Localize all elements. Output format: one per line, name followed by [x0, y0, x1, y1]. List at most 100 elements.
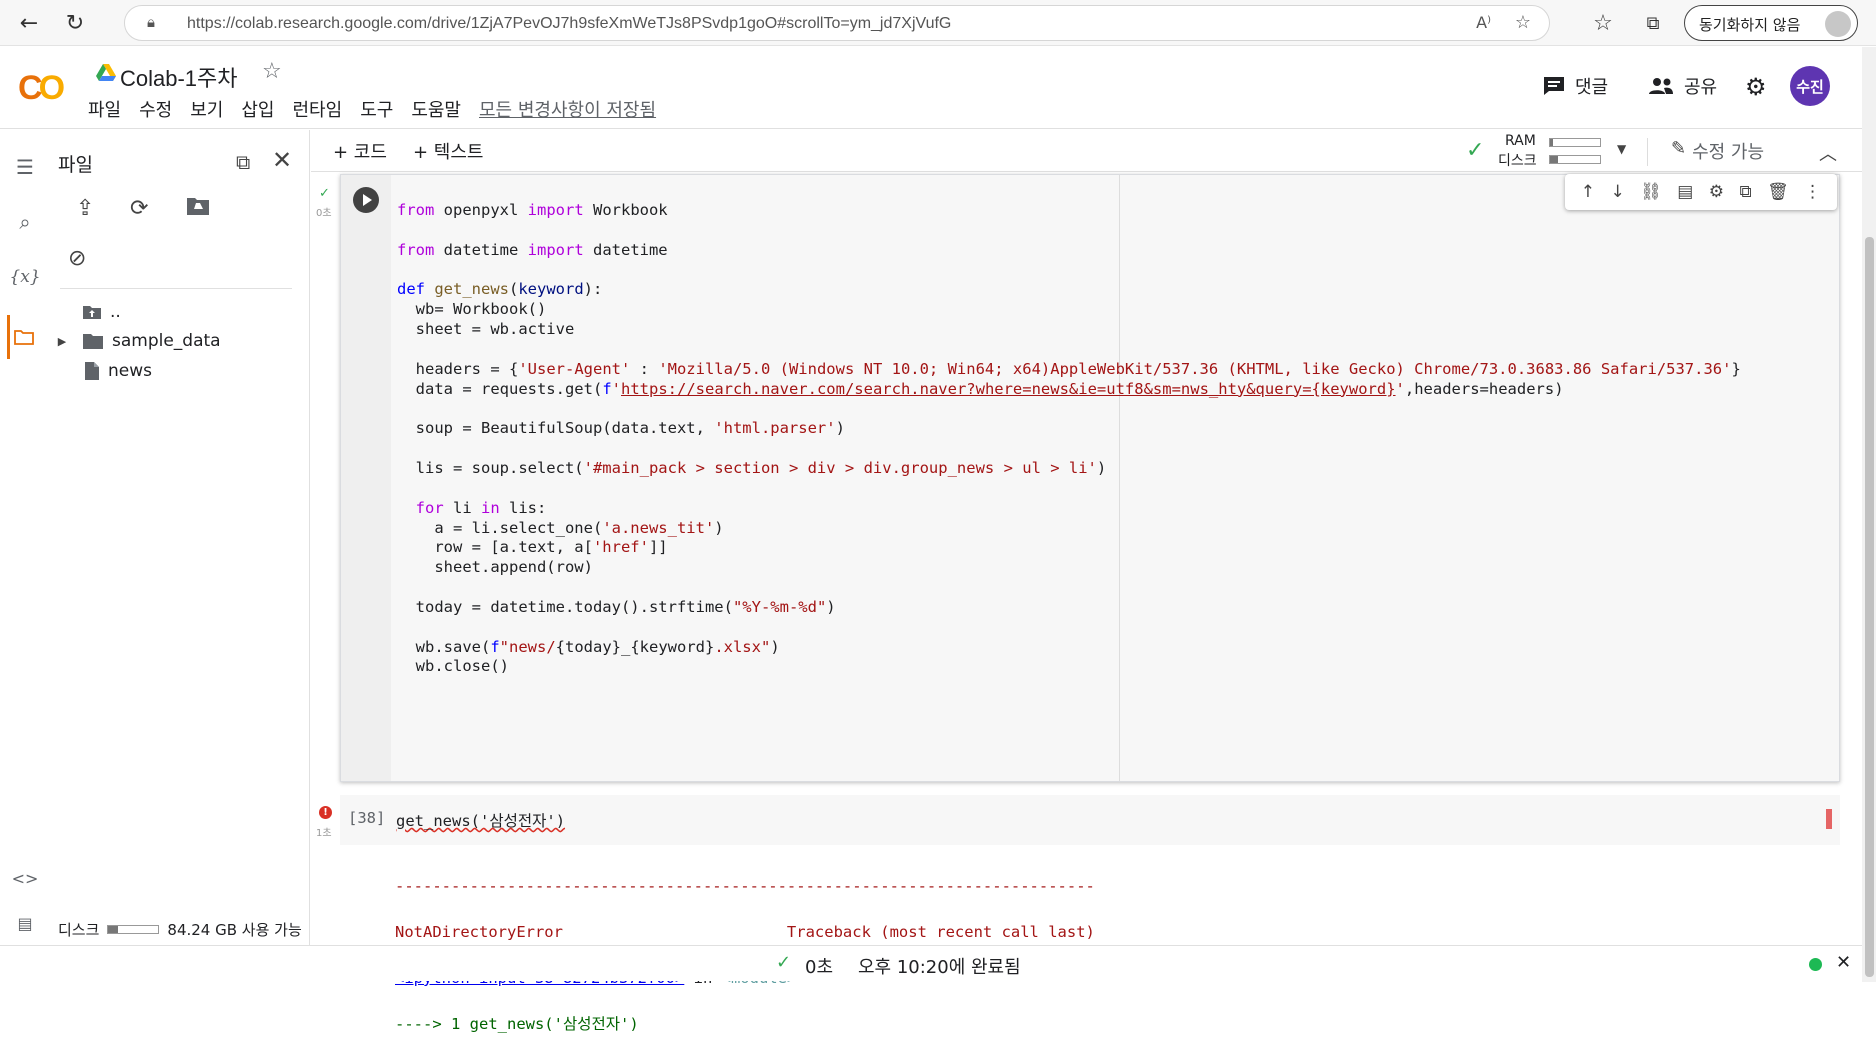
error-icon: ! [319, 806, 332, 819]
code-line: data = requests.get(f'https://search.nav… [397, 379, 1564, 398]
file-item-parent[interactable]: .. [82, 302, 121, 322]
comment-label: 댓글 [1575, 77, 1609, 98]
dropdown-icon[interactable]: ▼ [1617, 142, 1626, 156]
file-item-sample-data[interactable]: ▶ sample_data [50, 331, 221, 351]
share-label: 공유 [1684, 77, 1718, 98]
save-status[interactable]: 모든 변경사항이 저장됨 [479, 96, 656, 121]
delete-icon[interactable]: 🗑︎ [1767, 182, 1789, 202]
file-item-news[interactable]: news [84, 361, 152, 381]
notebook-title[interactable]: Colab-1주차 [120, 61, 238, 93]
mount-drive-icon[interactable] [186, 196, 210, 220]
status-bar: ✓ 0초 오후 10:20에 완료됨 ✕ [0, 945, 1862, 981]
open-tab-icon[interactable]: ⧉ [236, 150, 250, 174]
output-separator: ----------------------------------------… [395, 877, 1095, 895]
footer-status[interactable]: 오후 10:20에 완료됨 [858, 953, 1021, 979]
disk-bar [1549, 155, 1601, 164]
divider [60, 288, 292, 289]
comment-icon[interactable]: ▤ [1677, 182, 1693, 202]
close-icon[interactable]: ✕ [272, 146, 292, 174]
disk-available: 84.24 GB 사용 가능 [167, 921, 302, 939]
menu-view[interactable]: 보기 [190, 96, 223, 121]
search-icon[interactable]: ⌕ [10, 207, 40, 237]
hide-files-icon[interactable]: ⊘ [68, 246, 86, 271]
menu-file[interactable]: 파일 [88, 96, 121, 121]
edit-mode-label: 수정 가능 [1692, 142, 1765, 163]
menu-help[interactable]: 도움말 [411, 96, 461, 121]
reload-icon[interactable]: ↻ [60, 8, 90, 38]
favorites-icon[interactable]: ☆ [1588, 8, 1618, 38]
refresh-folder-icon[interactable]: ⟳ [130, 196, 148, 221]
add-text-button[interactable]: + 텍스트 [413, 138, 483, 164]
terminal-icon[interactable]: ▤ [10, 908, 40, 938]
scrollbar-thumb[interactable] [1865, 237, 1874, 977]
address-bar[interactable]: 🔒︎ https://colab.research.google.com/dri… [124, 5, 1550, 41]
sync-label: 동기화하지 않음 [1699, 16, 1801, 34]
colab-header: CO Colab-1주차 ☆ 파일 수정 보기 삽입 런타임 도구 도움말 모든… [0, 47, 1862, 129]
mirror-cell-icon[interactable]: ⧉ [1739, 182, 1751, 202]
drive-icon [96, 64, 116, 81]
file-icon [85, 362, 99, 380]
move-up-icon[interactable]: ↑ [1581, 182, 1595, 202]
menu-insert[interactable]: 삽입 [241, 96, 274, 121]
files-icon[interactable] [7, 315, 37, 359]
file-item-label: sample_data [112, 331, 221, 351]
toc-icon[interactable]: ☰ [10, 152, 40, 182]
code-line: a = li.select_one('a.news_tit') [397, 518, 724, 537]
disk-label: 디스크 [58, 921, 100, 939]
code-cell-error[interactable]: [38] get_news('삼성전자') [340, 795, 1840, 845]
code-line: def get_news(keyword): [397, 280, 603, 299]
file-item-label: .. [110, 302, 121, 322]
lock-icon: 🔒︎ [147, 13, 155, 31]
read-aloud-icon[interactable]: A⁾ [1476, 13, 1491, 32]
upload-file-icon[interactable]: ⇪ [76, 196, 94, 221]
code-line: from openpyxl import Workbook [397, 201, 668, 219]
code-editor[interactable]: from openpyxl import Workbook from dateti… [397, 199, 1741, 675]
comment-button[interactable]: 댓글 [1543, 73, 1608, 99]
cell-settings-icon[interactable]: ⚙ [1709, 182, 1724, 202]
move-down-icon[interactable]: ↓ [1610, 182, 1624, 202]
disk-bar [107, 925, 160, 934]
run-cell-icon[interactable] [353, 187, 379, 213]
settings-icon[interactable]: ⚙ [1745, 73, 1767, 101]
code-cell[interactable]: from openpyxl import Workbook from dateti… [340, 174, 1840, 782]
code-line: lis = soup.select('#main_pack > section … [397, 458, 1107, 477]
expand-arrow-icon[interactable]: ▶ [50, 335, 74, 348]
star-icon[interactable]: ☆ [262, 59, 282, 84]
edit-mode-button[interactable]: ✎ 수정 가능 [1671, 138, 1764, 164]
scrollbar[interactable] [1862, 47, 1876, 982]
back-icon[interactable]: ← [14, 8, 44, 38]
collapse-icon[interactable]: ︿ [1819, 140, 1837, 166]
code-snippets-icon[interactable]: <> [10, 863, 40, 893]
collections-icon[interactable]: ⧉ [1638, 8, 1668, 38]
output-error-line: NotADirectoryError Traceback (most recen… [395, 923, 1095, 941]
cell-success-icon: ✓ [319, 186, 330, 201]
close-icon[interactable]: ✕ [1836, 952, 1851, 973]
variables-icon[interactable]: {x} [9, 262, 40, 292]
cell2-code[interactable]: get_news('삼성전자') [396, 809, 565, 831]
user-avatar[interactable]: 수진 [1790, 66, 1830, 106]
url-text[interactable]: https://colab.research.google.com/drive/… [187, 15, 951, 33]
files-panel: 파일 ⧉ ✕ ⇪ ⟳ ⊘ .. ▶ sample_data news 디스크 8… [50, 130, 310, 945]
code-line: wb= Workbook() [397, 300, 547, 319]
colab-logo[interactable]: CO [18, 69, 65, 108]
resource-monitor[interactable]: RAM 디스크 [1491, 132, 1623, 169]
panel-title: 파일 [58, 154, 93, 176]
more-icon[interactable]: ⋮ [1804, 182, 1821, 202]
add-code-button[interactable]: + 코드 [333, 138, 387, 164]
favorite-add-icon[interactable]: ☆ [1515, 12, 1531, 33]
menu-runtime[interactable]: 런타임 [293, 96, 343, 121]
share-button[interactable]: 공유 [1648, 73, 1717, 99]
link-icon[interactable]: ⛓ [1640, 182, 1662, 202]
sync-button[interactable]: 동기화하지 않음 [1684, 5, 1858, 41]
code-line: wb.save(f"news/{today}_{keyword}.xlsx") [397, 637, 780, 656]
menu-tools[interactable]: 도구 [360, 96, 393, 121]
folder-up-icon [83, 306, 101, 319]
menu-edit[interactable]: 수정 [139, 96, 172, 121]
cell-toolbar: ↑ ↓ ⛓ ▤ ⚙ ⧉ 🗑︎ ⋮ [1565, 174, 1837, 210]
done-check-icon: ✓ [776, 952, 792, 973]
